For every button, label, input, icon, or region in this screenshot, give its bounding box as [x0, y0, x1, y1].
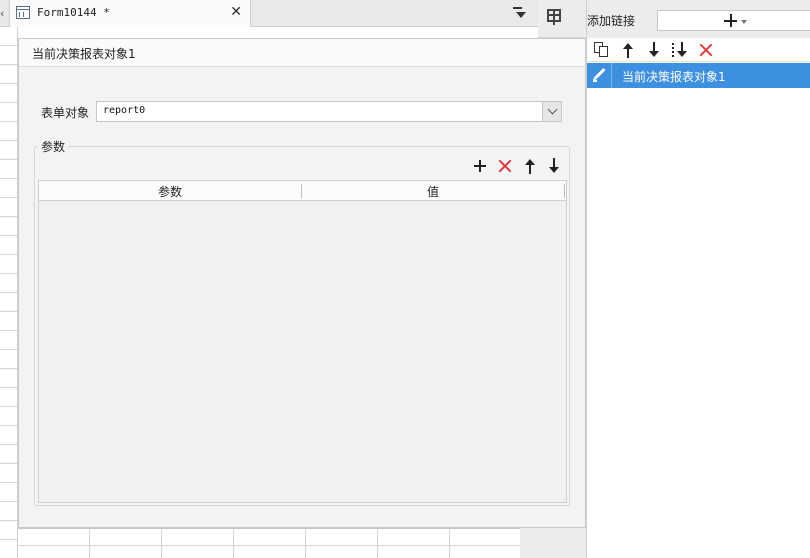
tab-form[interactable]: Form10144 * ✕	[9, 0, 251, 27]
link-list-toolbar	[587, 38, 810, 62]
form-object-select[interactable]: report0	[96, 101, 562, 122]
column-header-param: 参数	[157, 185, 182, 199]
dropdown-button[interactable]	[542, 102, 561, 121]
params-legend: 参数	[38, 138, 69, 155]
widget-layout-icon[interactable]	[547, 9, 563, 25]
delete-x-icon[interactable]	[496, 157, 514, 175]
caret-down-icon	[741, 20, 747, 24]
link-panel-header: 添加链接	[587, 0, 810, 38]
arrow-up-icon[interactable]	[619, 41, 637, 59]
column-header-value: 值	[426, 185, 439, 199]
tab-scroll-left-icon[interactable]: ‹	[0, 5, 8, 23]
form-object-value: report0	[103, 105, 146, 116]
plus-icon[interactable]	[471, 157, 489, 175]
params-table-header: 参数 值	[39, 181, 566, 201]
move-to-bottom-icon[interactable]	[671, 41, 689, 59]
tab-title: Form10144 *	[37, 6, 110, 19]
link-panel: 添加链接 当前决策报表对象1	[586, 0, 810, 558]
arrow-up-icon[interactable]	[521, 157, 539, 175]
add-link-button[interactable]	[657, 10, 810, 31]
column-divider[interactable]	[564, 184, 565, 198]
plus-icon	[724, 14, 738, 28]
tab-menu-icon[interactable]	[511, 6, 527, 20]
tab-bar: ‹ Form10144 * ✕	[0, 0, 538, 27]
property-strip	[538, 0, 586, 38]
delete-x-icon[interactable]	[697, 41, 715, 59]
arrow-down-icon[interactable]	[545, 157, 563, 175]
spreadsheet-grid-bottom	[18, 528, 520, 558]
arrow-down-icon[interactable]	[645, 41, 663, 59]
link-settings-dialog: 当前决策报表对象1 表单对象 report0 参数 参数 值	[18, 38, 586, 528]
form-object-label: 表单对象	[41, 106, 90, 120]
link-list-item[interactable]: 当前决策报表对象1	[587, 63, 810, 88]
link-item-label: 当前决策报表对象1	[622, 70, 726, 84]
grid-filler	[520, 528, 586, 558]
copy-icon[interactable]	[593, 41, 611, 59]
form-icon	[16, 6, 30, 19]
edit-pencil-icon[interactable]	[587, 63, 612, 88]
params-table[interactable]: 参数 值	[38, 180, 567, 503]
close-icon[interactable]: ✕	[230, 5, 242, 19]
add-link-label: 添加链接	[587, 14, 636, 28]
dialog-title: 当前决策报表对象1	[32, 47, 136, 61]
dialog-header: 当前决策报表对象1	[19, 39, 585, 67]
params-group: 参数 参数 值	[34, 138, 570, 506]
chevron-down-icon	[547, 104, 558, 115]
spreadsheet-grid	[0, 27, 18, 558]
